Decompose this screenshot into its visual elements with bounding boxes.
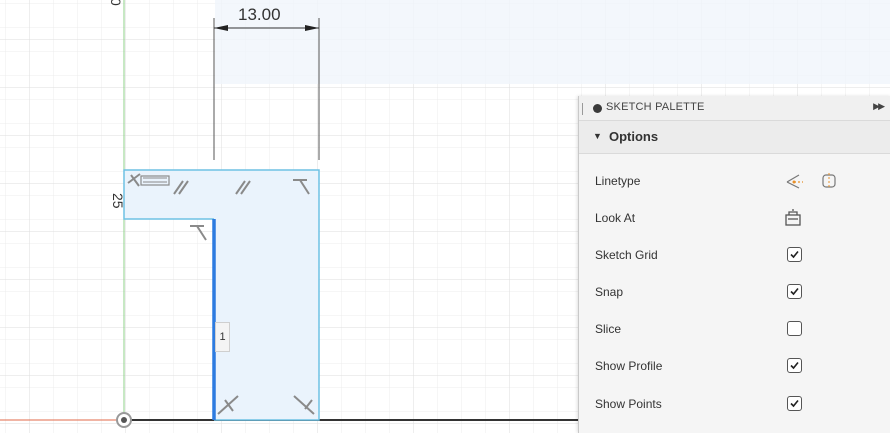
row-label: Linetype [595, 174, 641, 188]
dimension-partial-label[interactable]: 0 [108, 0, 124, 6]
centerline-icon[interactable] [822, 173, 836, 189]
palette-dot-icon [593, 104, 602, 113]
row-label: Show Profile [595, 359, 663, 373]
row-linetype: Linetype [579, 163, 890, 200]
dimension-width-label[interactable]: 13.00 [238, 5, 281, 25]
row-label: Sketch Grid [595, 248, 658, 262]
row-show-profile: Show Profile [579, 348, 890, 385]
origin-point-center [121, 417, 127, 423]
row-label: Show Points [595, 397, 662, 411]
expand-icon[interactable]: ▶▶ [873, 101, 885, 112]
slice-checkbox[interactable] [787, 321, 802, 336]
linetype-controls [785, 172, 845, 190]
row-show-points: Show Points [579, 386, 890, 423]
show-profile-checkbox[interactable] [787, 358, 802, 373]
row-label: Snap [595, 285, 624, 299]
snap-checkbox[interactable] [787, 284, 802, 299]
sketch-palette: SKETCH PALETTE ▶▶ ▼ Options Linetype Loo… [578, 96, 890, 433]
dimension-highlight [215, 0, 890, 84]
collapse-triangle-icon: ▼ [593, 131, 602, 141]
palette-header[interactable]: SKETCH PALETTE ▶▶ [579, 96, 890, 121]
row-label: Slice [595, 322, 622, 336]
look-at-icon[interactable] [784, 209, 802, 227]
sketch-grid-checkbox[interactable] [787, 247, 802, 262]
row-snap: Snap [579, 274, 890, 311]
row-sketch-grid: Sketch Grid [579, 237, 890, 274]
construction-line-icon[interactable] [786, 174, 803, 189]
row-slice: Slice [579, 311, 890, 348]
drag-handle[interactable] [582, 103, 583, 115]
section-title: Options [609, 129, 659, 144]
point-label: 1 [215, 322, 230, 352]
show-points-checkbox[interactable] [787, 396, 802, 411]
options-section-header[interactable]: ▼ Options [579, 121, 890, 154]
palette-title: SKETCH PALETTE [606, 101, 705, 113]
row-label: Look At [595, 211, 636, 225]
dimension-depth-label[interactable]: 25 [110, 193, 126, 209]
row-look-at: Look At [579, 200, 890, 237]
